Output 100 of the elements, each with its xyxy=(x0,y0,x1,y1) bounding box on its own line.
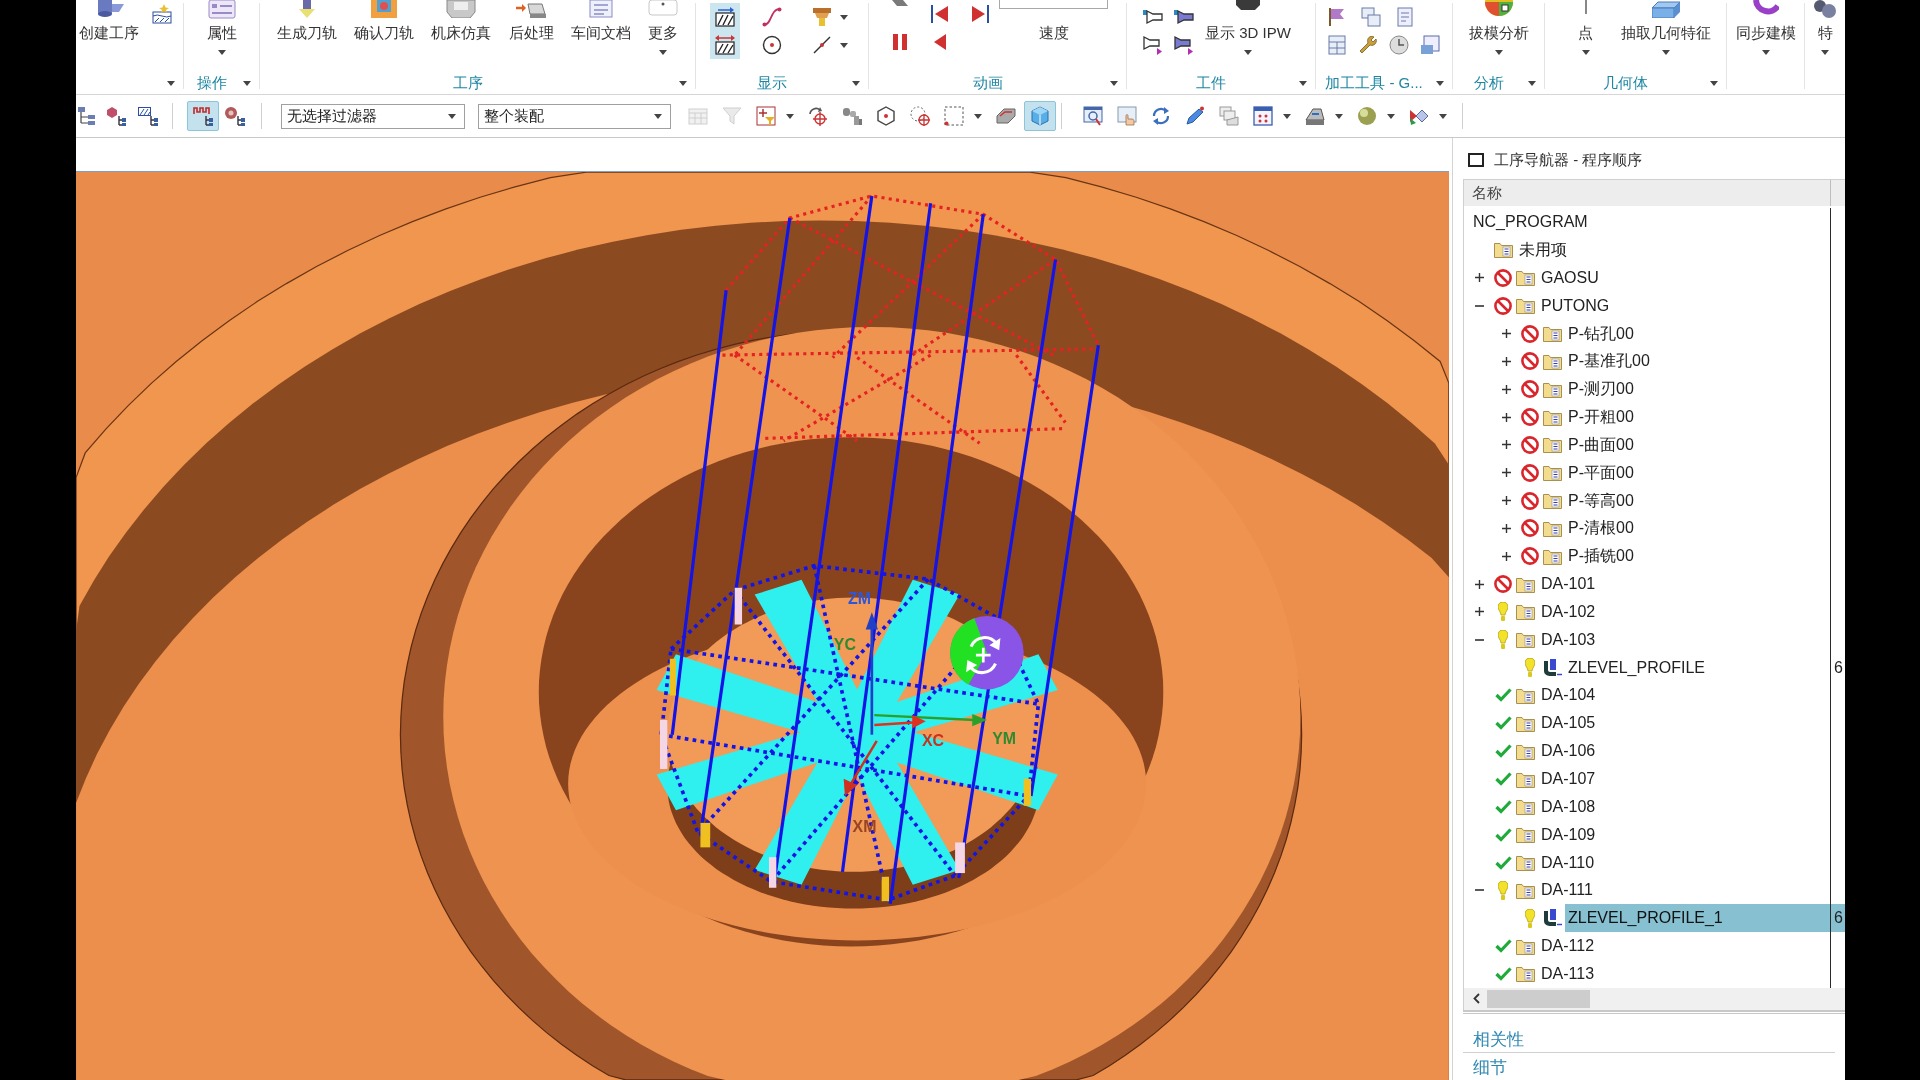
tree-item[interactable]: DA-112 xyxy=(1538,932,1598,960)
plus-icon[interactable] xyxy=(1474,273,1484,283)
tree-item[interactable]: DA-111 xyxy=(1538,876,1596,905)
speed-slider-field[interactable] xyxy=(999,0,1108,9)
section-header[interactable]: 细节 xyxy=(1473,1058,1507,1077)
tool-button[interactable] xyxy=(710,31,740,59)
ribbon-button[interactable]: 后处理 xyxy=(505,0,557,72)
ribbon-button[interactable]: 创建工序 xyxy=(76,0,142,72)
column-header[interactable]: 名称 xyxy=(1464,180,1831,207)
tree-item[interactable]: DA-103 xyxy=(1538,625,1599,654)
ribbon-button[interactable]: 特 xyxy=(1811,0,1839,72)
tree-item[interactable]: DA-102 xyxy=(1538,598,1599,626)
parallelogram-icon[interactable] xyxy=(892,0,908,6)
caret-icon[interactable] xyxy=(1528,80,1536,86)
ribbon-button[interactable]: 属性 xyxy=(203,0,240,72)
tree-item[interactable]: P-基准孔00 xyxy=(1565,347,1653,376)
caret-icon[interactable] xyxy=(852,80,860,86)
tree-item[interactable]: P-钻孔00 xyxy=(1565,319,1637,348)
flag-icon[interactable] xyxy=(1327,7,1347,27)
caret-icon[interactable] xyxy=(167,80,175,86)
scrollbar-thumb[interactable] xyxy=(1487,989,1590,1008)
block-icon xyxy=(1235,0,1260,10)
squares-icon[interactable] xyxy=(1420,35,1440,55)
plus-icon[interactable] xyxy=(1501,329,1511,338)
tree-item[interactable]: PUTONG xyxy=(1538,291,1613,320)
caret-icon[interactable] xyxy=(1710,80,1718,86)
table-icon[interactable] xyxy=(1327,35,1347,55)
tree-item[interactable]: P-开粗00 xyxy=(1565,403,1637,431)
axis-label: ZM xyxy=(848,590,872,608)
tool-filled-icon[interactable] xyxy=(1174,35,1194,55)
toolbar-button[interactable] xyxy=(187,101,219,131)
plus-icon[interactable] xyxy=(1501,523,1511,533)
dropdown-field[interactable]: 整个装配 xyxy=(478,103,671,129)
ribbon-button[interactable]: 确认刀轨 xyxy=(351,0,418,72)
minus-icon[interactable] xyxy=(1474,304,1484,307)
step-back-icon[interactable] xyxy=(930,4,950,24)
tree-item[interactable]: ZLEVEL_PROFILE xyxy=(1565,653,1708,682)
section-header[interactable]: 相关性 xyxy=(1473,1029,1524,1049)
plus-icon[interactable] xyxy=(1501,356,1511,366)
plus-icon[interactable] xyxy=(1501,468,1511,478)
minus-icon[interactable] xyxy=(1474,638,1484,641)
axis-label: YC xyxy=(833,635,856,653)
tool-outline-icon[interactable] xyxy=(1143,7,1163,27)
tree-item[interactable]: DA-107 xyxy=(1538,765,1599,793)
plus-icon[interactable] xyxy=(1501,551,1511,561)
ribbon-button[interactable]: 抽取几何特征 xyxy=(1618,0,1714,72)
tree-item[interactable]: ZLEVEL_PROFILE_1 xyxy=(1565,904,1830,933)
tree-item[interactable]: DA-113 xyxy=(1538,960,1598,988)
tool-filled-icon[interactable] xyxy=(1174,7,1194,27)
tree-item[interactable]: P-等高00 xyxy=(1565,486,1637,515)
tree-item[interactable]: DA-108 xyxy=(1538,792,1599,821)
plus-icon[interactable] xyxy=(1501,412,1511,422)
tree-item[interactable]: NC_PROGRAM xyxy=(1470,208,1591,237)
caret-icon[interactable] xyxy=(679,80,687,86)
tree-item[interactable]: DA-110 xyxy=(1538,848,1598,877)
water-tank-icon[interactable] xyxy=(152,4,172,24)
chevron-left-icon[interactable] xyxy=(1473,993,1480,1005)
tree-item[interactable]: DA-106 xyxy=(1538,737,1599,766)
step-forward-icon[interactable] xyxy=(970,4,990,24)
horizontal-scrollbar[interactable] xyxy=(1464,987,1845,1010)
graphics-viewport[interactable]: ZM YC XC YM XM xyxy=(76,171,1449,1080)
tree-item[interactable]: GAOSU xyxy=(1538,263,1602,292)
group-label: 加工工具 - G... xyxy=(1325,73,1423,93)
ribbon-button[interactable]: 车间文档 xyxy=(567,0,634,72)
wrench-icon[interactable] xyxy=(1358,35,1378,55)
caret-icon[interactable] xyxy=(243,80,251,86)
tree-item[interactable]: 未用项 xyxy=(1516,236,1570,264)
square-icon[interactable] xyxy=(1468,153,1484,168)
plus-icon[interactable] xyxy=(1501,496,1511,506)
ribbon-button[interactable]: 同步建模 xyxy=(1732,0,1799,72)
tree-item[interactable]: DA-104 xyxy=(1538,681,1599,710)
tree-item[interactable]: P-测刃00 xyxy=(1565,375,1637,404)
tree-item[interactable]: DA-105 xyxy=(1538,709,1599,738)
tool-button[interactable] xyxy=(710,3,740,31)
pause-icon[interactable] xyxy=(890,32,910,52)
ribbon-button[interactable]: 点 xyxy=(1575,0,1596,72)
plus-icon[interactable] xyxy=(1474,607,1484,617)
caret-icon[interactable] xyxy=(1299,80,1307,86)
tree-item[interactable]: DA-109 xyxy=(1538,820,1599,849)
tree-item[interactable]: P-插铣00 xyxy=(1565,542,1637,571)
clock-icon[interactable] xyxy=(1389,35,1409,55)
dropdown-field[interactable]: 无选择过滤器 xyxy=(281,103,465,129)
ribbon-button[interactable]: 生成刀轨 xyxy=(274,0,340,72)
ribbon-button[interactable]: 机床仿真 xyxy=(428,0,495,72)
tree-item[interactable]: P-平面00 xyxy=(1565,458,1637,487)
tree-item[interactable]: P-清根00 xyxy=(1565,514,1637,543)
caret-icon xyxy=(658,49,667,55)
ribbon-button[interactable]: 拔模分析 xyxy=(1465,0,1532,72)
windows-icon[interactable] xyxy=(1361,7,1381,27)
plus-icon[interactable] xyxy=(1501,384,1511,394)
ribbon-button[interactable]: 更多 xyxy=(644,0,681,72)
tree-item[interactable]: P-曲面00 xyxy=(1565,430,1637,459)
minus-icon[interactable] xyxy=(1474,889,1484,892)
caret-icon[interactable] xyxy=(1110,80,1118,86)
caret-icon[interactable] xyxy=(1436,80,1444,86)
tree-item[interactable]: DA-101 xyxy=(1538,570,1599,599)
ribbon-button[interactable]: 显示 3D IPW xyxy=(1202,0,1294,72)
plus-icon[interactable] xyxy=(1501,440,1511,450)
plus-icon[interactable] xyxy=(1474,579,1484,589)
tool-outline-icon[interactable] xyxy=(1143,35,1163,55)
